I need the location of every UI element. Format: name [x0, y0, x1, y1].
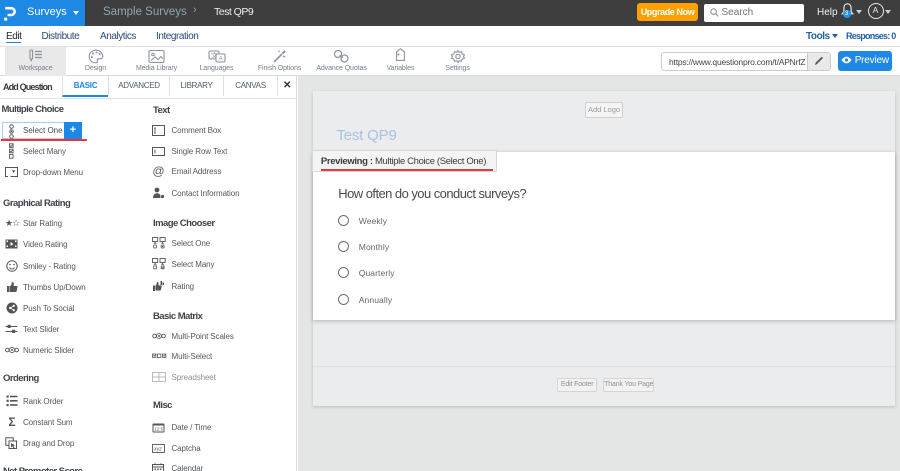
svg-text:xyz: xyz: [153, 446, 162, 452]
svg-text:12:5: 12:5: [154, 427, 163, 432]
svg-text:A: A: [218, 56, 223, 63]
